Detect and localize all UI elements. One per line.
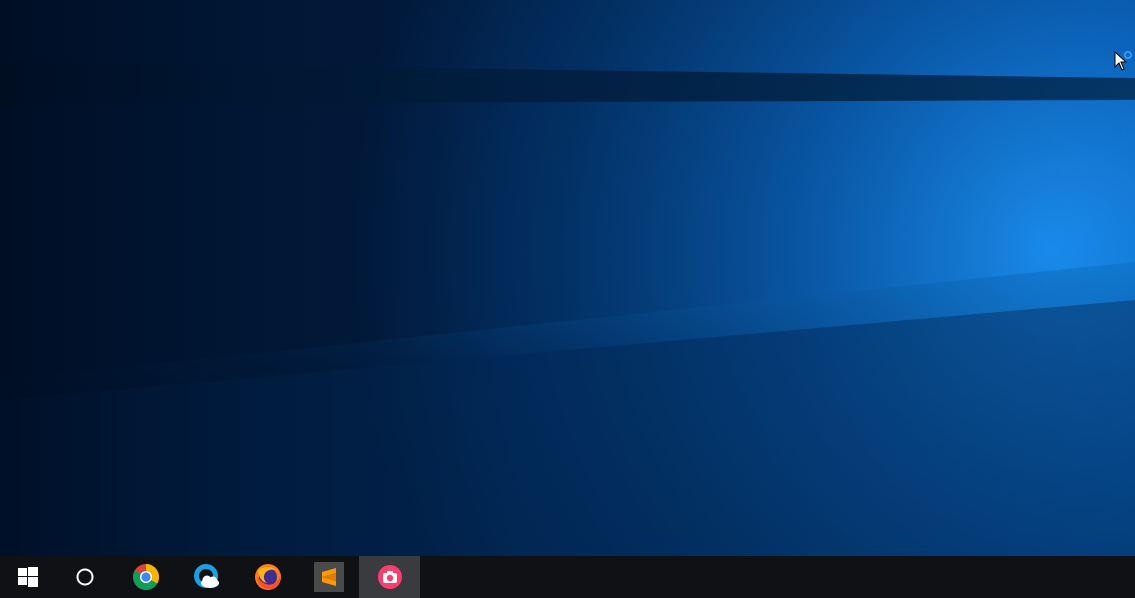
cortana-ring-icon bbox=[76, 568, 94, 586]
taskbar-app-weather[interactable] bbox=[176, 556, 237, 598]
weather-cloud-icon bbox=[193, 564, 219, 588]
taskbar-app-sublime-text[interactable] bbox=[298, 556, 359, 598]
windows-wallpaper bbox=[0, 0, 1135, 556]
arrow-busy-cursor-icon bbox=[1114, 51, 1132, 71]
cortana-search-button[interactable] bbox=[55, 556, 115, 598]
taskbar-app-firefox[interactable] bbox=[237, 556, 298, 598]
taskbar bbox=[0, 556, 1135, 598]
sublime-text-icon bbox=[313, 562, 344, 592]
desktop[interactable] bbox=[0, 0, 1135, 556]
taskbar-app-chrome[interactable] bbox=[115, 556, 176, 598]
firefox-icon bbox=[254, 564, 281, 590]
taskbar-app-screen-capture[interactable] bbox=[359, 556, 420, 598]
chrome-icon bbox=[132, 564, 159, 591]
windows-logo-icon bbox=[17, 567, 38, 587]
screen-capture-camera-icon bbox=[377, 565, 402, 589]
start-button[interactable] bbox=[0, 556, 55, 598]
